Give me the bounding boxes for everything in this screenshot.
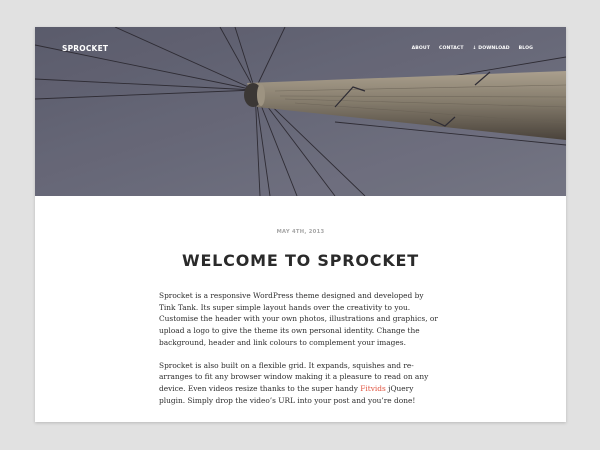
header-image: Sprocket About Contact ↓ Download Blog — [35, 27, 566, 196]
site-title[interactable]: Sprocket — [62, 44, 108, 53]
nav-contact-link[interactable]: Contact — [439, 46, 464, 51]
post-paragraph-1: Sprocket is a responsive WordPress theme… — [159, 291, 438, 347]
post-title[interactable]: Welcome to Sprocket — [35, 251, 566, 270]
nav-download-link[interactable]: ↓ Download — [473, 46, 510, 51]
post-paragraph-2: Sprocket is also built on a flexible gri… — [159, 360, 439, 407]
fitvids-link[interactable]: Fitvids — [360, 384, 386, 393]
nav-blog-link[interactable]: Blog — [519, 46, 533, 51]
browser-page: Sprocket About Contact ↓ Download Blog M… — [35, 27, 566, 422]
nav-about-link[interactable]: About — [412, 46, 430, 51]
post-date: May 4th, 2013 — [276, 229, 325, 235]
utility-pole-photo — [35, 27, 566, 196]
main-navigation: About Contact ↓ Download Blog — [412, 46, 533, 51]
post-content: Sprocket is a responsive WordPress theme… — [159, 290, 439, 417]
